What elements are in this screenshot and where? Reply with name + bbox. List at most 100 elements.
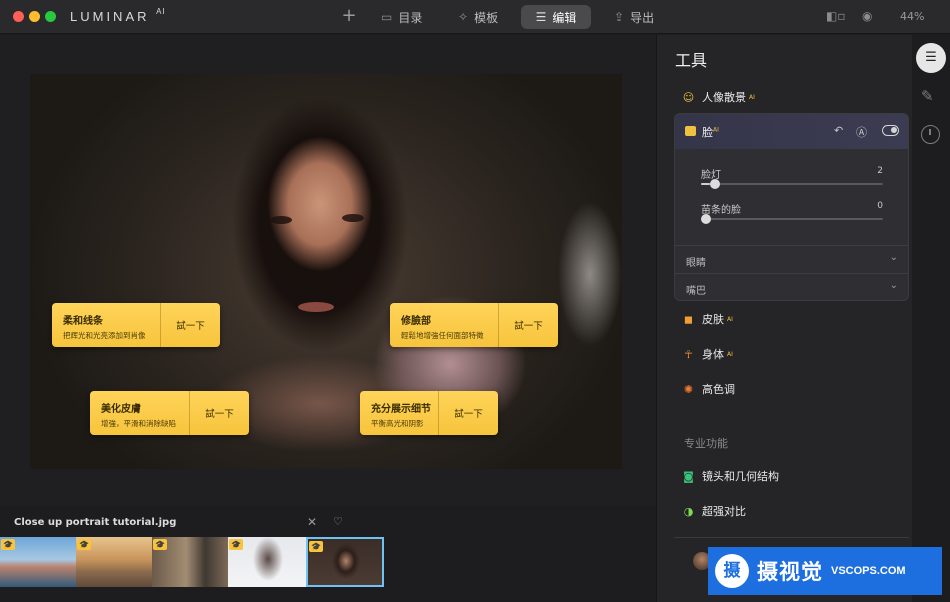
magic-wand-icon: ✧ <box>458 10 469 24</box>
toggle-visibility-icon[interactable] <box>882 125 899 136</box>
luminar-app-window: LUMINAR AI + ▭ 目录 ✧ 模板 ☰ 编辑 ⇪ 导出 ◧▫ ◉ 44… <box>0 0 950 602</box>
tip-title: 美化皮膚 <box>101 404 141 415</box>
heart-icon[interactable]: ♡ <box>333 515 343 528</box>
tab-edit[interactable]: ☰ 编辑 <box>521 5 591 29</box>
tool-label: 镜头和几何结构 <box>702 470 779 483</box>
camera-icon: ◙ <box>683 469 694 483</box>
tab-export-label: 导出 <box>630 10 655 25</box>
tip-description: 平衡高光和阴影 <box>371 419 424 428</box>
slider-thumb[interactable] <box>710 179 721 189</box>
slider-track[interactable] <box>701 179 883 189</box>
tab-edit-label: 编辑 <box>552 10 577 25</box>
section-eyes[interactable]: 眼睛 ⌄ <box>675 245 908 274</box>
skin-icon: ◼ <box>683 312 694 326</box>
reset-icon[interactable]: ↶ <box>834 124 843 137</box>
sun-icon: ✺ <box>683 382 694 396</box>
lips <box>298 302 334 312</box>
tool-portrait-bokeh[interactable]: ☺ 人像散景 AI <box>682 89 755 105</box>
tab-templates-label: 模板 <box>474 10 499 25</box>
filmstrip: 🎓 🎓 🎓 🎓 🎓 <box>0 537 390 587</box>
watermark-logo-icon: 摄 <box>715 554 749 588</box>
tool-lens-geometry[interactable]: ◙ 镜头和几何结构 <box>682 468 779 484</box>
tip-title: 修臉部 <box>401 316 431 327</box>
tool-label: 超强对比 <box>702 505 746 518</box>
tip-description: 把辉光和光亮添加到肖像 <box>63 331 146 340</box>
close-icon[interactable]: ✕ <box>307 515 317 529</box>
right-eye <box>342 214 364 222</box>
face-icon <box>685 126 696 136</box>
minimize-window-button[interactable] <box>29 11 40 22</box>
body-icon: ☥ <box>684 347 693 361</box>
try-it-button[interactable]: 試一下 <box>189 391 249 435</box>
section-label: 嘴巴 <box>686 286 706 297</box>
tools-sliders-icon[interactable]: ☰ <box>916 43 946 73</box>
tool-highkey[interactable]: ✺ 高色调 <box>682 381 735 397</box>
tab-catalog-label: 目录 <box>398 10 423 25</box>
tool-body[interactable]: ☥ 身体 AI <box>682 346 733 362</box>
tool-label: 皮肤 <box>702 313 724 326</box>
tab-export[interactable]: ⇪ 导出 <box>606 5 662 29</box>
face-tool-title: 脸AI <box>702 126 719 139</box>
filmstrip-thumbnail-selected[interactable]: 🎓 <box>306 537 384 587</box>
add-photos-button[interactable]: + <box>340 6 358 26</box>
filmstrip-thumbnail[interactable]: 🎓 <box>228 537 306 587</box>
tip-description: 輕鬆地增強任何面部特徵 <box>401 331 484 340</box>
panel-divider <box>674 537 909 538</box>
top-toolbar: LUMINAR AI + ▭ 目录 ✧ 模板 ☰ 编辑 ⇪ 导出 ◧▫ ◉ 44… <box>0 0 950 34</box>
slider-track[interactable] <box>701 214 883 224</box>
section-mouth[interactable]: 嘴巴 ⌄ <box>675 273 908 300</box>
try-it-button[interactable]: 試一下 <box>160 303 220 347</box>
pro-section-label: 专业功能 <box>684 437 728 450</box>
section-label: 眼睛 <box>686 258 706 269</box>
filmstrip-thumbnail[interactable]: 🎓 <box>152 537 228 587</box>
tutorial-badge-icon: 🎓 <box>77 539 91 550</box>
slider-label: 脸灯 <box>701 170 721 181</box>
sliders-icon: ☰ <box>535 10 547 24</box>
tool-skin[interactable]: ◼ 皮肤 AI <box>682 311 733 327</box>
close-window-button[interactable] <box>13 11 24 22</box>
history-clock-icon[interactable] <box>921 125 940 144</box>
slider-fill <box>701 183 711 185</box>
tip-card-skin-beautify: 美化皮膚 增強，平滑和消除缺陷 試一下 <box>90 391 249 435</box>
try-it-button[interactable]: 試一下 <box>438 391 498 435</box>
chevron-down-icon: ⌄ <box>889 280 898 291</box>
filmstrip-thumbnail[interactable]: 🎓 <box>0 537 76 587</box>
tutorial-badge-icon: 🎓 <box>153 539 167 550</box>
tutorial-badge-icon: 🎓 <box>1 539 15 550</box>
tool-label: 人像散景 <box>702 91 746 104</box>
slider-thumb[interactable] <box>701 214 711 224</box>
tab-templates[interactable]: ✧ 模板 <box>450 5 506 29</box>
filmstrip-thumbnail[interactable]: 🎓 <box>76 537 152 587</box>
portrait-bokeh-icon: ☺ <box>682 90 695 104</box>
tip-card-show-details: 充分展示细节 平衡高光和阴影 試一下 <box>360 391 498 435</box>
contrast-icon: ◑ <box>683 504 694 518</box>
try-it-button[interactable]: 試一下 <box>498 303 558 347</box>
compare-view-icon[interactable]: ◧▫ <box>826 9 845 23</box>
ai-badge: AI <box>749 93 755 101</box>
share-icon: ⇪ <box>614 10 625 24</box>
watermark-cn-text: 摄视觉 <box>757 560 823 584</box>
tool-label: 高色调 <box>702 383 735 396</box>
watermark-banner: 摄 摄视觉 VSCOPS.COM <box>708 547 942 595</box>
mask-icon[interactable]: Ⓐ <box>856 124 867 140</box>
zoom-level[interactable]: 44% <box>900 10 924 23</box>
face-tool-header[interactable]: 脸AI ↶ Ⓐ <box>675 114 908 149</box>
app-logo: LUMINAR AI <box>70 7 166 24</box>
tool-supercontrast[interactable]: ◑ 超强对比 <box>682 503 746 519</box>
tutorial-badge-icon: 🎓 <box>309 541 323 552</box>
panel-title: 工具 <box>675 51 708 70</box>
chevron-down-icon: ⌄ <box>889 252 898 263</box>
watermark-en-text: VSCOPS.COM <box>831 565 906 577</box>
folder-icon: ▭ <box>381 10 393 24</box>
tip-title: 充分展示细节 <box>371 404 431 415</box>
tip-card-soft-lines: 柔和线条 把辉光和光亮添加到肖像 試一下 <box>52 303 220 347</box>
tab-catalog[interactable]: ▭ 目录 <box>373 5 430 29</box>
left-eye <box>270 216 292 224</box>
maximize-window-button[interactable] <box>45 11 56 22</box>
ai-badge: AI <box>727 350 733 358</box>
face-tool-card: 脸AI ↶ Ⓐ 脸灯 2 苗条的脸 0 眼睛 ⌄ 嘴巴 ⌄ <box>674 113 909 301</box>
brush-icon[interactable]: ✎ <box>921 87 934 105</box>
eye-icon[interactable]: ◉ <box>862 9 872 23</box>
current-filename: Close up portrait tutorial.jpg <box>14 517 177 528</box>
tools-panel: 工具 ☺ 人像散景 AI 脸AI ↶ Ⓐ 脸灯 2 苗条的脸 0 眼睛 ⌄ 嘴巴… <box>656 35 912 602</box>
